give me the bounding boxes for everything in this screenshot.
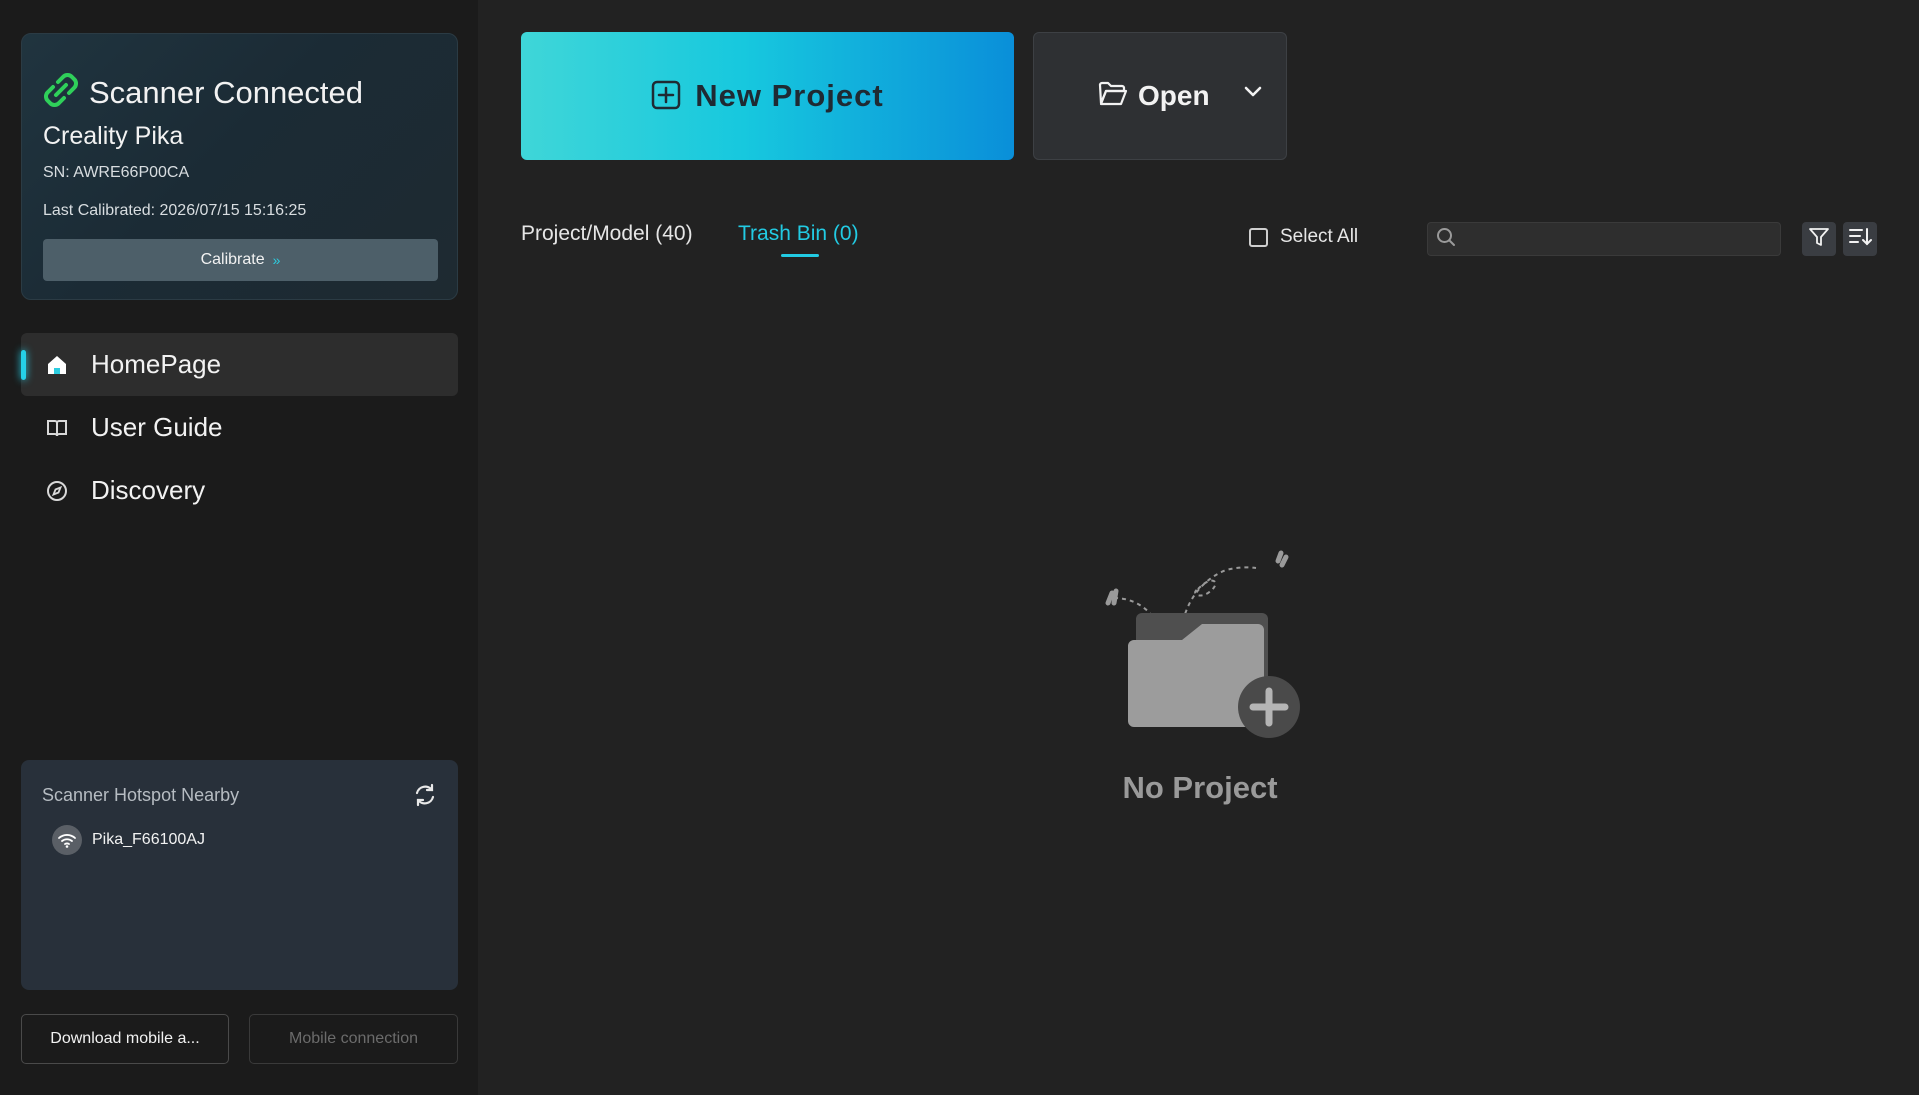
last-calibrated-text: Last Calibrated: 2026/07/15 15:16:25 [43,202,307,219]
sidebar-item-label: User Guide [91,412,223,442]
compass-icon [45,479,69,503]
sort-icon [1848,226,1872,253]
scanner-status-card: Scanner Connected Creality Pika SN: AWRE… [21,33,458,300]
filter-button[interactable] [1802,222,1836,256]
mobile-connection-button[interactable]: Mobile connection [249,1014,458,1064]
tab-project-model[interactable]: Project/Model (40) [521,222,693,246]
download-mobile-app-button[interactable]: Download mobile a... [21,1014,229,1064]
refresh-icon[interactable] [412,782,438,808]
chevron-down-icon[interactable] [1244,85,1262,103]
double-chevron-right-icon: » [272,252,281,268]
home-icon [45,353,69,377]
open-button-main[interactable]: Open [1098,80,1210,112]
link-icon [43,72,79,113]
open-button-label: Open [1138,80,1210,111]
wifi-icon [52,825,82,855]
select-all-checkbox[interactable] [1249,227,1268,247]
active-tab-indicator [781,254,819,257]
tab-trash-bin[interactable]: Trash Bin (0) [738,222,859,246]
sidebar-item-label: Discovery [91,475,206,505]
scanner-hotspot-panel: Scanner Hotspot Nearby Pika_F66100AJ [21,760,458,990]
new-project-label: New Project [695,78,884,113]
filter-icon [1808,226,1830,253]
scanner-status-title: Scanner Connected [89,74,364,110]
search-box[interactable] [1427,222,1781,256]
book-icon [45,416,69,440]
calibrate-button[interactable]: Calibrate » [43,239,438,281]
plus-square-icon [651,80,681,113]
sidebar-item-discovery[interactable]: Discovery [21,459,458,522]
open-button[interactable]: Open [1033,32,1287,160]
select-all-label: Select All [1280,226,1359,247]
app-window: Scanner Connected Creality Pika SN: AWRE… [0,0,1919,1095]
scanner-serial-number: SN: AWRE66P00CA [43,164,190,181]
search-icon [1436,227,1456,252]
hotspot-name: Pika_F66100AJ [92,831,205,848]
search-input[interactable] [1464,230,1780,248]
hotspot-panel-title: Scanner Hotspot Nearby [42,785,240,805]
new-project-button[interactable]: New Project [521,32,1014,160]
empty-folder-illustration [1098,543,1308,743]
sidebar-nav: HomePage User Guide Discovery [21,333,458,522]
sidebar-item-user-guide[interactable]: User Guide [21,396,458,459]
sidebar: Scanner Connected Creality Pika SN: AWRE… [0,0,478,1095]
sidebar-item-label: HomePage [91,349,222,379]
folder-open-icon [1098,81,1128,112]
empty-state-message: No Project [1122,770,1278,805]
scanner-model-name: Creality Pika [43,122,184,150]
sort-button[interactable] [1843,222,1877,256]
sidebar-item-homepage[interactable]: HomePage [21,333,458,396]
hotspot-list-item[interactable]: Pika_F66100AJ [52,825,205,855]
scanner-status-row: Scanner Connected [43,72,363,113]
select-all-control[interactable]: Select All [1249,226,1358,248]
calibrate-button-label: Calibrate [200,251,265,268]
